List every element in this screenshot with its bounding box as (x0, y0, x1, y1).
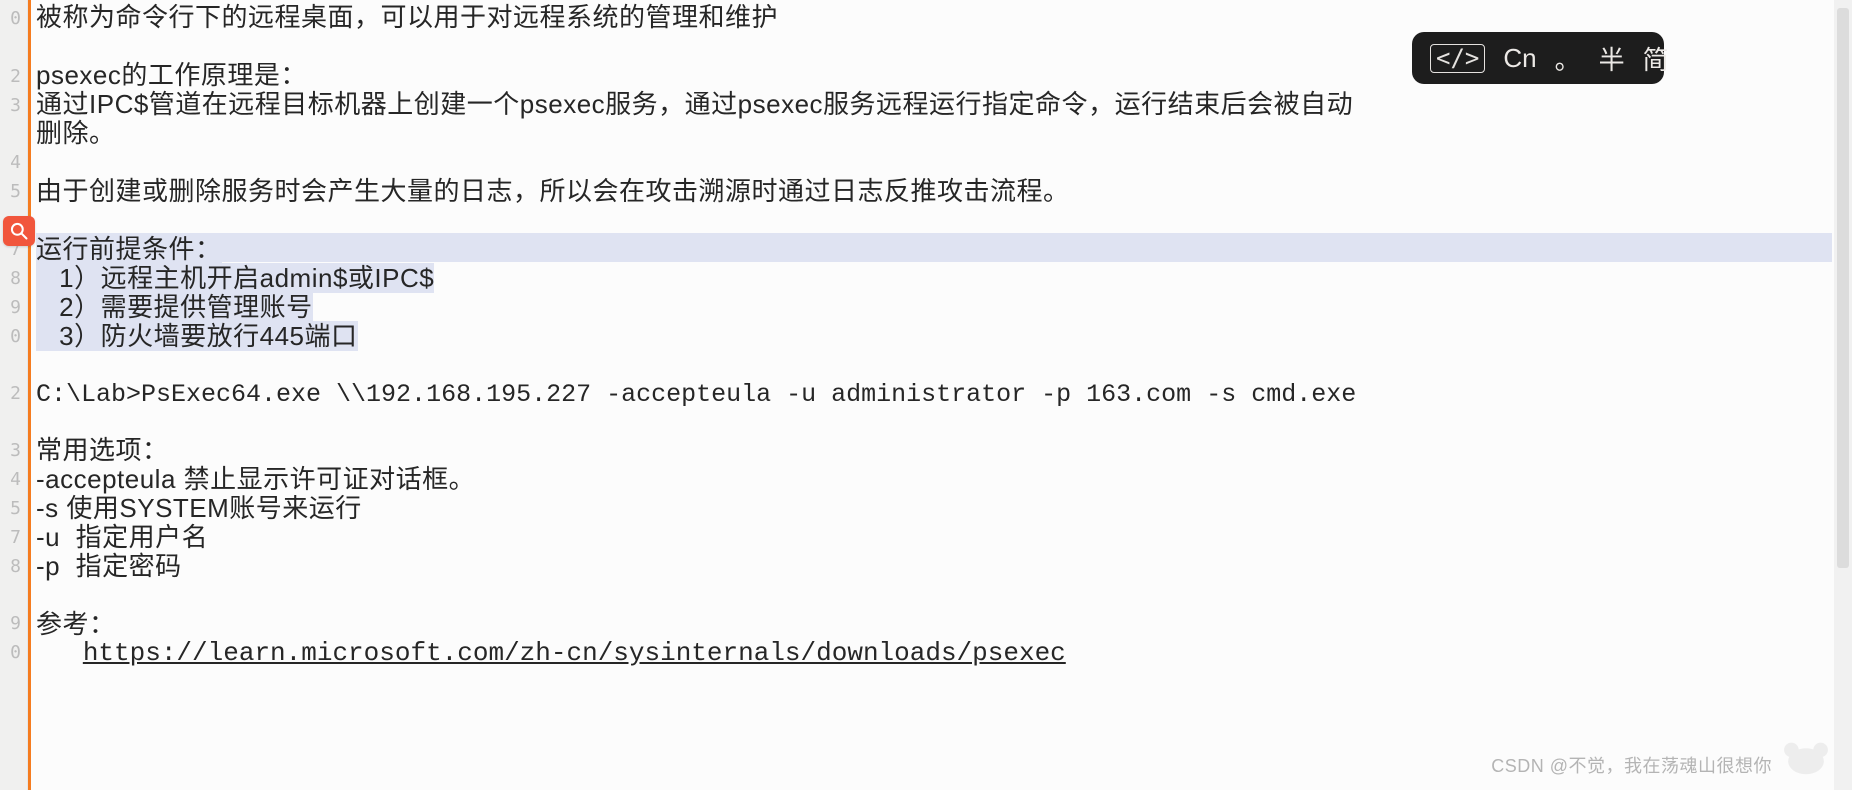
search-button[interactable] (3, 216, 35, 246)
ime-lang-indicator[interactable]: Cn (1503, 43, 1536, 74)
ime-script-indicator[interactable]: 简 (1643, 40, 1669, 77)
line-number: 9 (10, 613, 21, 634)
text-line: 运行前提条件： (36, 235, 1832, 264)
code-icon[interactable]: </> (1430, 44, 1485, 73)
text-line: -p 指定密码 (36, 552, 1832, 581)
text-line: 2）需要提供管理账号 (36, 293, 1832, 322)
text-line: 参考： (36, 610, 1832, 639)
line-number: 5 (10, 498, 21, 519)
line-number: 3 (10, 440, 21, 461)
line-number: 9 (10, 297, 21, 318)
line-number: 2 (10, 66, 21, 87)
line-number: 0 (10, 642, 21, 663)
scrollbar-thumb[interactable] (1837, 8, 1849, 568)
line-number: 0 (10, 326, 21, 347)
line-number: 8 (10, 268, 21, 289)
modified-indicator-bar (28, 0, 31, 790)
mascot-watermark-icon (1780, 738, 1832, 778)
line-number: 3 (10, 95, 21, 116)
line-number: 4 (10, 152, 21, 173)
ime-punct-indicator[interactable]: 。 (1555, 40, 1581, 77)
text-line: 由于创建或删除服务时会产生大量的日志，所以会在攻击溯源时通过日志反推攻击流程。 (36, 177, 1832, 206)
ime-toolbar[interactable]: </> Cn 。 半 简 (1412, 32, 1664, 84)
text-line: 删除。 (36, 119, 1832, 148)
text-line: 通过IPC$管道在远程目标机器上创建一个psexec服务，通过psexec服务远… (36, 90, 1832, 119)
command-line: C:\Lab>PsExec64.exe \\192.168.195.227 -a… (36, 380, 1832, 409)
line-number: 7 (10, 527, 21, 548)
search-icon (9, 221, 29, 241)
text-line: -u 指定用户名 (36, 523, 1832, 552)
line-number: 8 (10, 556, 21, 577)
text-line: 被称为命令行下的远程桌面，可以用于对远程系统的管理和维护 (36, 3, 1832, 32)
text-line: -s 使用SYSTEM账号来运行 (36, 494, 1832, 523)
line-number: 5 (10, 181, 21, 202)
line-number: 4 (10, 469, 21, 490)
text-line: 3）防火墙要放行445端口 (36, 322, 1832, 351)
ime-width-indicator[interactable]: 半 (1599, 40, 1625, 77)
text-line: 1）远程主机开启admin$或IPC$ (36, 264, 1832, 293)
vertical-scrollbar[interactable] (1834, 0, 1852, 790)
text-line: -accepteula 禁止显示许可证对话框。 (36, 465, 1832, 494)
line-number-gutter: 02345789023457890 (0, 0, 28, 790)
reference-link[interactable]: https://learn.microsoft.com/zh-cn/sysint… (83, 638, 1066, 668)
line-number: 2 (10, 383, 21, 404)
csdn-watermark: CSDN @不觉，我在荡魂山很想你 (1491, 752, 1772, 778)
line-number: 0 (10, 8, 21, 29)
text-line: 常用选项： (36, 436, 1832, 465)
text-line: https://learn.microsoft.com/zh-cn/sysint… (36, 639, 1832, 668)
